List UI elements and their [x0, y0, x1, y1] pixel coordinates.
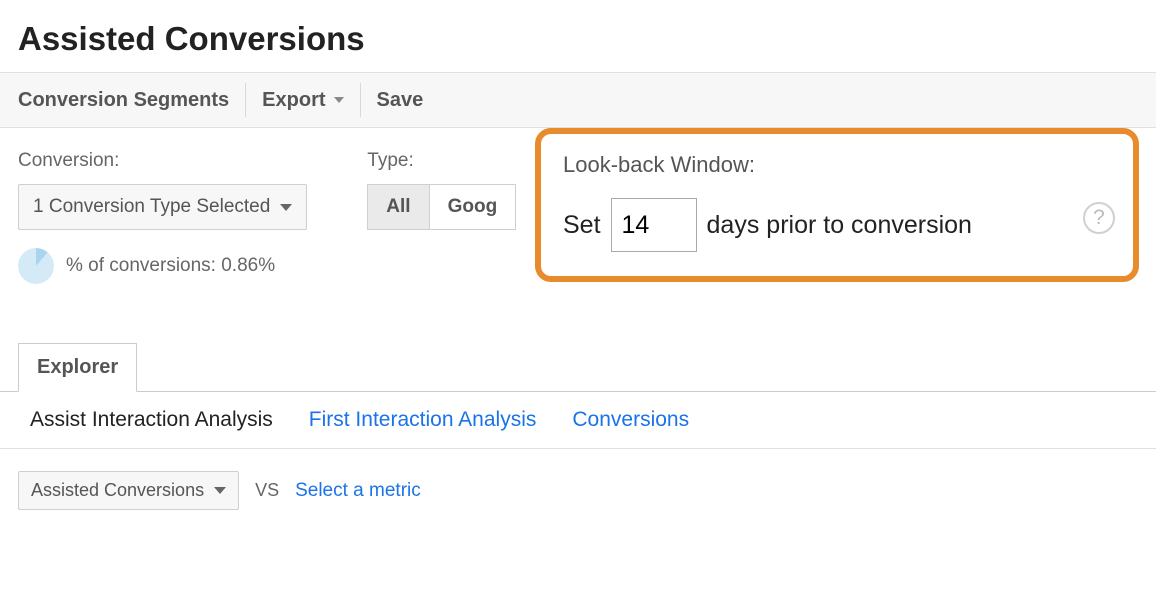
type-pill-group: All Goog: [367, 184, 516, 230]
caret-down-icon: [334, 97, 344, 103]
select-metric-link[interactable]: Select a metric: [295, 480, 421, 502]
subtab-row: Assist Interaction Analysis First Intera…: [0, 392, 1156, 449]
caret-down-icon: [214, 487, 226, 494]
filters-row: Conversion: 1 Conversion Type Selected T…: [0, 128, 1156, 230]
type-filter-block: Type: All Goog: [367, 150, 516, 230]
tab-explorer[interactable]: Explorer: [18, 343, 137, 392]
toolbar: Conversion Segments Export Save: [0, 72, 1156, 128]
conversion-filter-block: Conversion: 1 Conversion Type Selected: [18, 150, 307, 230]
subtab-assist-interaction[interactable]: Assist Interaction Analysis: [30, 408, 273, 432]
caret-down-icon: [280, 204, 292, 211]
export-label: Export: [262, 89, 325, 112]
lookback-input-line: Set days prior to conversion: [563, 198, 1111, 252]
metric-row: Assisted Conversions vs Select a metric: [0, 449, 1156, 532]
lookback-title: Look-back Window:: [563, 152, 1111, 178]
subtab-first-interaction[interactable]: First Interaction Analysis: [309, 408, 537, 432]
tab-row: Explorer: [0, 342, 1156, 392]
lookback-days-input[interactable]: [611, 198, 697, 252]
lookback-suffix-text: days prior to conversion: [707, 211, 972, 240]
conversion-segments-button[interactable]: Conversion Segments: [18, 73, 245, 127]
lookback-window-callout: Look-back Window: Set days prior to conv…: [535, 128, 1139, 282]
type-pill-all[interactable]: All: [367, 184, 429, 230]
type-pill-google[interactable]: Goog: [429, 184, 517, 230]
help-icon[interactable]: ?: [1083, 202, 1115, 234]
page-title: Assisted Conversions: [0, 0, 1156, 72]
conversion-type-select[interactable]: 1 Conversion Type Selected: [18, 184, 307, 230]
save-button[interactable]: Save: [361, 73, 440, 127]
conversion-type-selected-text: 1 Conversion Type Selected: [33, 196, 270, 218]
save-label: Save: [377, 89, 424, 112]
primary-metric-select[interactable]: Assisted Conversions: [18, 471, 239, 510]
pie-chart-icon: [18, 248, 54, 284]
pct-of-conversions-text: % of conversions: 0.86%: [66, 255, 275, 277]
export-button[interactable]: Export: [246, 73, 359, 127]
subtab-conversions[interactable]: Conversions: [572, 408, 689, 432]
conversion-filter-label: Conversion:: [18, 150, 307, 172]
lookback-set-text: Set: [563, 211, 601, 240]
primary-metric-text: Assisted Conversions: [31, 480, 204, 501]
conversion-segments-label: Conversion Segments: [18, 89, 229, 112]
vs-text: vs: [255, 480, 279, 501]
type-filter-label: Type:: [367, 150, 516, 172]
